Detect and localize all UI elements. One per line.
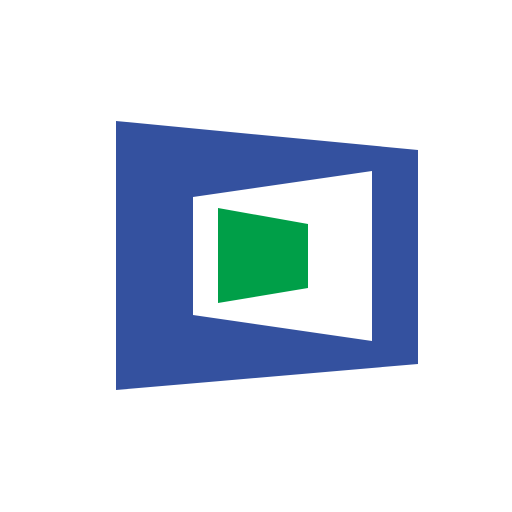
perspective-window-logo-icon (116, 121, 418, 390)
app-icon-canvas (0, 0, 512, 512)
center-panel-shape (218, 208, 308, 303)
